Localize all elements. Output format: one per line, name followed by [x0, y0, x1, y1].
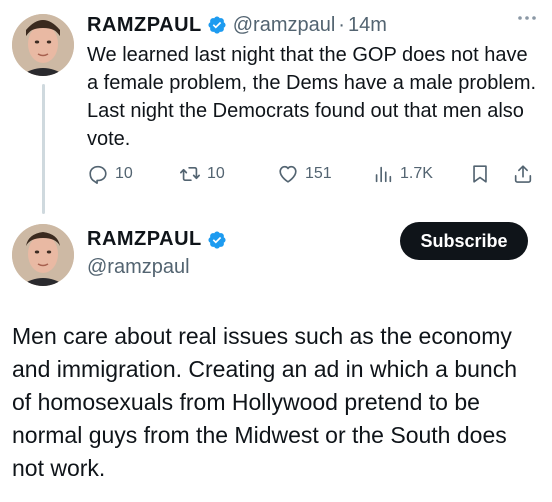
retweet-icon [180, 166, 200, 182]
avatar[interactable] [12, 224, 74, 286]
bookmark-button[interactable] [469, 161, 497, 187]
views-chart-icon [375, 166, 392, 183]
author-name[interactable]: RAMZPAUL [87, 228, 202, 251]
like-count: 151 [305, 165, 332, 182]
timestamp[interactable]: 14m [348, 14, 387, 37]
subscribe-button[interactable]: Subscribe [400, 222, 528, 260]
share-button[interactable] [512, 161, 540, 187]
author-handle[interactable]: @ramzpaul [87, 256, 190, 279]
more-icon[interactable] [514, 12, 540, 32]
verified-badge-icon [207, 230, 227, 250]
thread-connector-line [42, 84, 45, 214]
author-handle[interactable]: @ramzpaul [233, 14, 336, 37]
bookmark-icon [473, 165, 487, 183]
reply-icon [89, 165, 107, 184]
separator-dot: · [338, 13, 345, 36]
tweet-text: Men care about real issues such as the e… [12, 323, 518, 481]
view-count: 1.7K [400, 165, 433, 182]
retweet-button[interactable]: 10 [179, 161, 225, 187]
like-button[interactable]: 151 [277, 161, 332, 187]
tweet-thread: RAMZPAUL @ramzpaul · 14m We learned last… [0, 0, 552, 502]
reply-count: 10 [115, 165, 133, 182]
avatar-photo [12, 224, 74, 286]
retweet-count: 10 [207, 165, 225, 182]
views-button[interactable]: 1.7K [372, 161, 433, 187]
heart-icon [279, 165, 297, 183]
reply-button[interactable]: 10 [87, 161, 133, 187]
tweet-actions: 10 10 151 1.7K [87, 161, 539, 187]
tweet-header: RAMZPAUL @ramzpaul · 14m [87, 12, 387, 38]
tweet-text: We learned last night that the GOP does … [87, 44, 537, 150]
profile-name-row: RAMZPAUL [87, 228, 227, 251]
verified-badge-icon [207, 15, 227, 35]
share-icon [514, 165, 532, 183]
avatar-photo [12, 14, 74, 76]
avatar[interactable] [12, 14, 74, 76]
author-name[interactable]: RAMZPAUL [87, 14, 202, 37]
